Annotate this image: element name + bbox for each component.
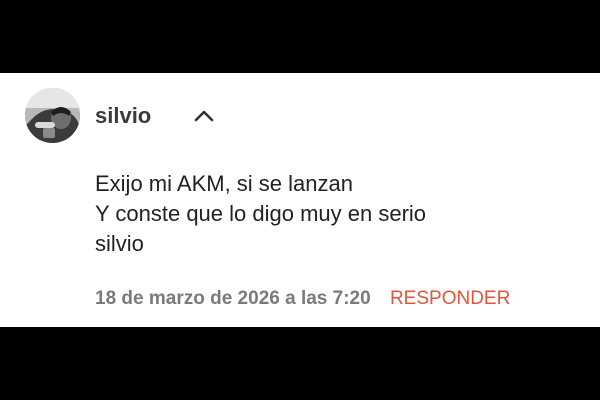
chevron-up-icon[interactable]: [192, 107, 216, 125]
reply-button[interactable]: RESPONDER: [390, 288, 510, 309]
letterbox-frame: silvio Exijo mi AKM, si se lanzan Y cons…: [0, 0, 600, 400]
comment-card: silvio Exijo mi AKM, si se lanzan Y cons…: [0, 73, 600, 327]
avatar[interactable]: [25, 88, 80, 143]
comment-timestamp[interactable]: 18 de marzo de 2026 a las 7:20: [95, 288, 371, 309]
comment-line: silvio: [95, 231, 144, 256]
comment-body: Exijo mi AKM, si se lanzan Y conste que …: [95, 169, 426, 259]
comment-meta: 18 de marzo de 2026 a las 7:20 RESPONDER: [95, 287, 510, 311]
user-photo-avatar-icon: [25, 88, 80, 143]
comment-line: Y conste que lo digo muy en serio: [95, 201, 427, 226]
comment-author[interactable]: silvio: [95, 103, 151, 129]
comment-line: Exijo mi AKM, si se lanzan: [95, 171, 353, 196]
